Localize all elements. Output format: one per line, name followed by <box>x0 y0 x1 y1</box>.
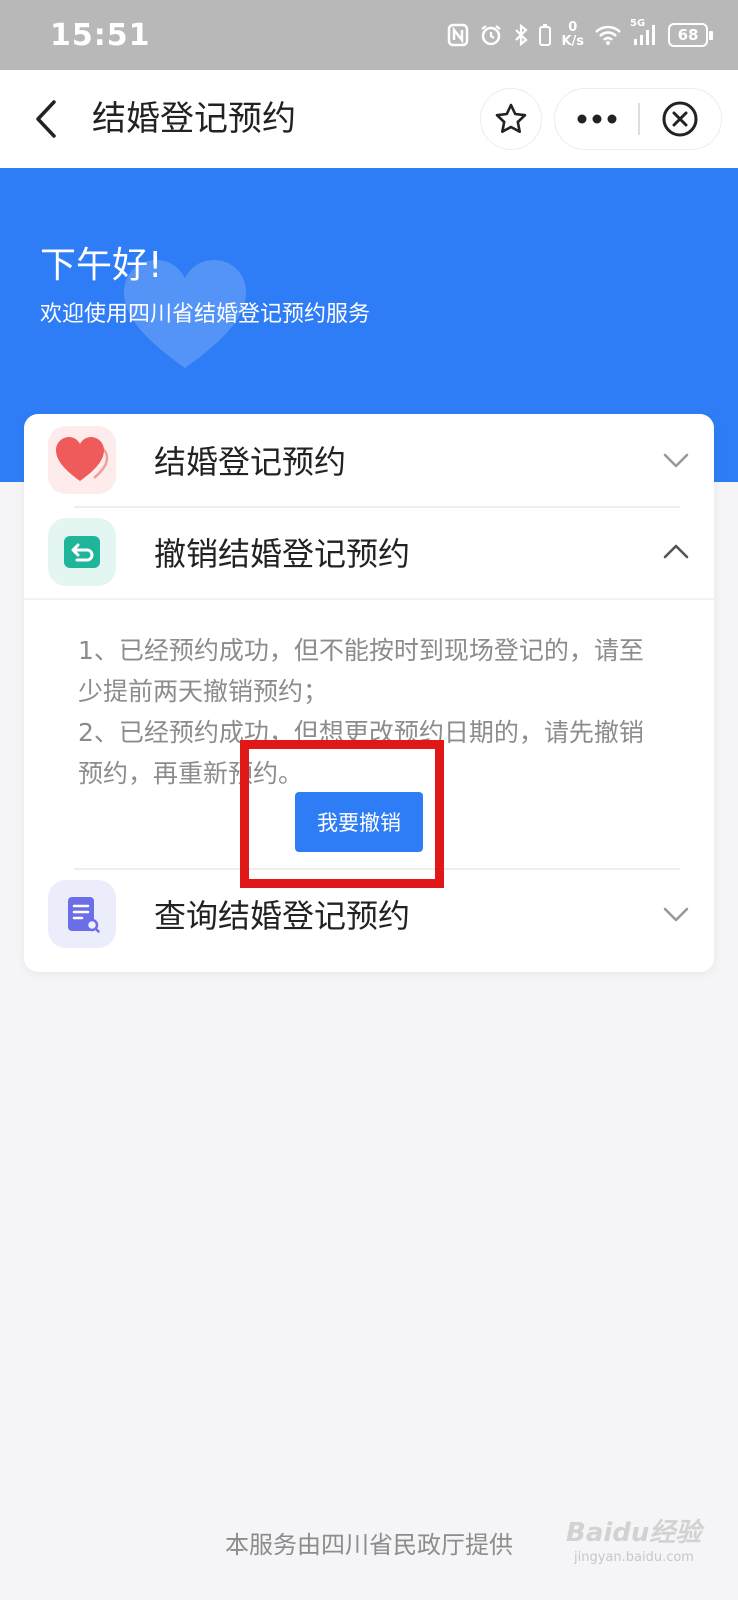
status-time: 15:51 <box>50 17 151 53</box>
chevron-down-icon <box>663 453 689 468</box>
net-speed-unit: K/s <box>561 34 584 49</box>
greeting-text: 下午好! <box>40 245 163 286</box>
back-icon[interactable] <box>28 94 68 144</box>
signal-label: 5G <box>630 18 646 29</box>
chevron-down-icon <box>663 907 689 922</box>
page-title: 结婚登记预约 <box>92 99 296 139</box>
watermark-url: jingyan.baidu.com <box>574 1550 694 1565</box>
divider <box>24 598 714 600</box>
menu-item-marriage-booking[interactable]: 结婚登记预约 <box>24 414 714 506</box>
welcome-text: 欢迎使用四川省结婚登记预约服务 <box>40 302 371 327</box>
net-speed-value: 0 <box>568 20 578 35</box>
battery-icon: 68 <box>668 23 713 47</box>
wifi-icon <box>594 24 622 46</box>
page: 15:51 0 K/s 5G 68 结婚登记预约 下午好! 欢迎使用四川省结婚登… <box>0 0 738 1600</box>
cancel-booking-button[interactable]: 我要撤销 <box>295 792 423 852</box>
heart-icon <box>48 426 116 494</box>
undo-icon <box>48 518 116 586</box>
chevron-up-icon <box>663 544 689 559</box>
cancel-rule-2: 2、已经预约成功，但想更改预约日期的，请先撤销预约，再重新预约。 <box>78 718 644 788</box>
watermark: Baidu经验 <box>566 1518 702 1548</box>
bluetooth-icon <box>513 23 529 47</box>
nfc-icon <box>447 23 469 47</box>
star-icon <box>495 103 527 133</box>
status-icons: 0 K/s 5G 68 <box>447 18 713 49</box>
status-bar: 15:51 0 K/s 5G 68 <box>0 0 738 70</box>
more-icon <box>577 114 617 124</box>
menu-item-label: 查询结婚登记预约 <box>154 897 411 935</box>
menu-item-label: 撤销结婚登记预约 <box>154 535 411 573</box>
menu-item-label: 结婚登记预约 <box>154 443 347 481</box>
menu-item-query-booking[interactable]: 查询结婚登记预约 <box>24 868 714 960</box>
cancel-rule-1: 1、已经预约成功，但不能按时到现场登记的，请至少提前两天撤销预约； <box>78 636 644 706</box>
more-button[interactable] <box>555 89 638 149</box>
close-icon <box>662 101 698 137</box>
search-doc-icon <box>48 880 116 948</box>
favorite-button[interactable] <box>480 88 542 150</box>
nav-bar: 结婚登记预约 <box>0 70 738 168</box>
battery-level: 68 <box>677 26 699 44</box>
service-card: 结婚登记预约 撤销结婚登记预约 1、已经预约成功，但不能按时到现场登记的，请至少… <box>24 414 714 972</box>
battery-saver-icon <box>539 23 552 47</box>
alarm-icon <box>479 23 503 47</box>
net-speed: 0 K/s <box>561 21 584 49</box>
cancel-description: 1、已经预约成功，但不能按时到现场登记的，请至少提前两天撤销预约； 2、已经预约… <box>78 630 668 794</box>
cell-signal-icon: 5G <box>630 18 658 46</box>
menu-item-cancel-booking[interactable]: 撤销结婚登记预约 <box>24 506 714 598</box>
mini-program-capsule <box>554 88 722 150</box>
close-button[interactable] <box>640 89 721 149</box>
